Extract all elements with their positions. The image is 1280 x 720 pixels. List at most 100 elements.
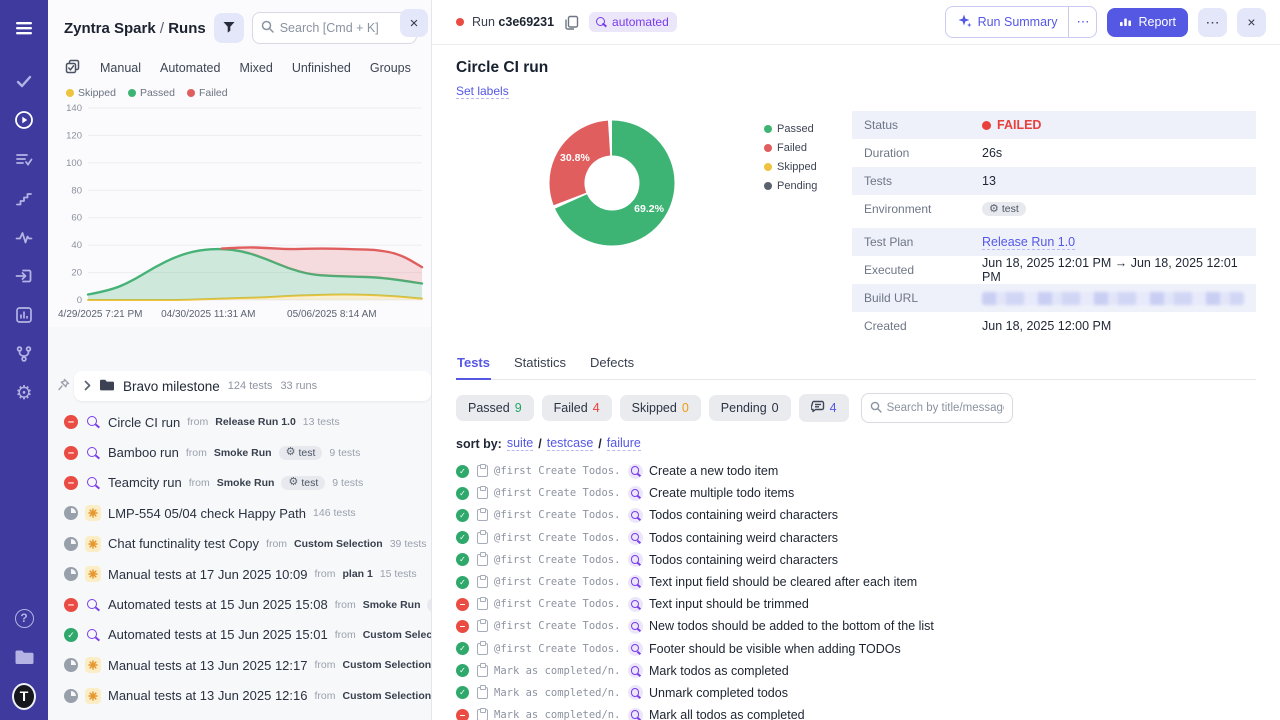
legend-passed[interactable]: Passed [128, 87, 175, 99]
test-suite[interactable]: @first Create Todos... [494, 509, 622, 521]
test-suite[interactable]: @first Create Todos... [494, 620, 622, 632]
tests-icon[interactable] [12, 69, 36, 93]
tab-unfinished[interactable]: Unfinished [292, 61, 351, 75]
run-row[interactable]: Circle CI runfromRelease Run 1.013 tests [48, 407, 431, 437]
test-suite[interactable]: @first Create Todos... [494, 465, 622, 477]
run-row[interactable]: Bamboo runfromSmoke Run⚙test9 tests [48, 437, 431, 467]
test-title[interactable]: Create multiple todo items [649, 486, 794, 500]
sort-by-failure[interactable]: failure [607, 436, 641, 451]
test-title[interactable]: Text input should be trimmed [649, 597, 809, 611]
test-plans-icon[interactable] [12, 147, 36, 171]
sort-by-suite[interactable]: suite [507, 436, 533, 451]
run-summary-more-button[interactable]: ⋯ [1068, 7, 1096, 37]
legend-passed[interactable]: Passed [764, 123, 852, 135]
tab-defects[interactable]: Defects [589, 355, 635, 379]
menu-icon[interactable] [12, 16, 36, 40]
close-detail-button[interactable]: × [1237, 8, 1266, 37]
import-icon[interactable] [12, 264, 36, 288]
chevron-right-icon[interactable] [84, 379, 91, 394]
tab-mixed[interactable]: Mixed [239, 61, 272, 75]
test-suite[interactable]: Mark as completed/n... [494, 665, 622, 677]
projects-folder-icon[interactable] [12, 645, 36, 669]
pin-icon[interactable] [56, 377, 72, 395]
test-suite[interactable]: @first Create Todos... [494, 576, 622, 588]
tab-manual[interactable]: Manual [100, 61, 141, 75]
test-suite[interactable]: @first Create Todos... [494, 487, 622, 499]
test-title[interactable]: Todos containing weird characters [649, 508, 838, 522]
report-button[interactable]: Report [1107, 8, 1188, 37]
runs-icon[interactable] [12, 108, 36, 132]
test-suite[interactable]: @first Create Todos... [494, 598, 622, 610]
test-row[interactable]: @first Create Todos... Text input should … [456, 593, 1256, 615]
tab-tests[interactable]: Tests [456, 355, 491, 380]
test-row[interactable]: @first Create Todos... Create a new todo … [456, 460, 1256, 482]
runs-search-input[interactable] [280, 21, 408, 35]
help-icon[interactable]: ? [12, 606, 36, 630]
branch-icon[interactable] [12, 342, 36, 366]
milestone-card[interactable]: Bravo milestone 124 tests 33 runs [74, 371, 431, 401]
run-summary-button[interactable]: Run Summary [946, 7, 1069, 37]
select-all-icon[interactable] [64, 58, 81, 78]
app-logo[interactable]: T [12, 684, 36, 708]
filter-button[interactable] [214, 13, 244, 43]
set-labels-link[interactable]: Set labels [456, 84, 509, 99]
run-row[interactable]: Manual tests at 13 Jun 2025 12:17fromCus… [48, 650, 431, 680]
tab-statistics[interactable]: Statistics [513, 355, 567, 379]
test-row[interactable]: @first Create Todos... Todos containing w… [456, 549, 1256, 571]
more-actions-button[interactable]: ⋯ [1198, 8, 1227, 37]
test-title[interactable]: Mark todos as completed [649, 664, 789, 678]
run-row[interactable]: Automated tests at 15 Jun 2025 15:08from… [48, 589, 431, 619]
tab-automated[interactable]: Automated [160, 61, 220, 75]
test-row[interactable]: @first Create Todos... Todos containing w… [456, 527, 1256, 549]
pulse-icon[interactable] [12, 225, 36, 249]
test-row[interactable]: Mark as completed/n... Mark todos as comp… [456, 660, 1256, 682]
run-row[interactable]: Manual tests at 17 Jun 2025 10:09frompla… [48, 559, 431, 589]
legend-pending[interactable]: Pending [764, 180, 852, 192]
breadcrumb-project[interactable]: Zyntra Spark [64, 20, 156, 37]
test-title[interactable]: Create a new todo item [649, 464, 778, 478]
analytics-icon[interactable] [12, 303, 36, 327]
test-title[interactable]: Text input field should be cleared after… [649, 575, 917, 589]
test-row[interactable]: @first Create Todos... Text input field s… [456, 571, 1256, 593]
copy-icon[interactable] [562, 13, 581, 32]
test-row[interactable]: @first Create Todos... Todos containing w… [456, 504, 1256, 526]
legend-failed[interactable]: Failed [764, 142, 852, 154]
legend-skipped[interactable]: Skipped [66, 87, 116, 99]
test-row[interactable]: Mark as completed/n... Mark all todos as … [456, 704, 1256, 720]
filter-failed[interactable]: Failed4 [542, 395, 612, 421]
tab-groups[interactable]: Groups [370, 61, 411, 75]
test-title[interactable]: Mark all todos as completed [649, 708, 805, 720]
run-row[interactable]: Manual tests at 13 Jun 2025 12:16fromCus… [48, 681, 431, 711]
run-row[interactable]: LMP-554 05/04 check Happy Path146 tests [48, 498, 431, 528]
tests-search[interactable] [861, 393, 1013, 423]
test-suite[interactable]: Mark as completed/n... [494, 687, 622, 699]
filter-comments[interactable]: 4 [799, 394, 849, 422]
legend-skipped[interactable]: Skipped [764, 161, 852, 173]
test-row[interactable]: Mark as completed/n... Unmark completed t… [456, 682, 1256, 704]
run-row[interactable]: Automated tests at 15 Jun 2025 15:01from… [48, 620, 431, 650]
milestones-icon[interactable] [12, 186, 36, 210]
test-row[interactable]: @first Create Todos... New todos should b… [456, 615, 1256, 637]
filter-passed[interactable]: Passed9 [456, 395, 534, 421]
tests-search-input[interactable] [887, 402, 1004, 414]
test-row[interactable]: @first Create Todos... Create multiple to… [456, 482, 1256, 504]
filter-skipped[interactable]: Skipped0 [620, 395, 701, 421]
run-row[interactable]: Chat functinality test CopyfromCustom Se… [48, 529, 431, 559]
test-plan-link[interactable]: Release Run 1.0 [982, 235, 1075, 250]
test-title[interactable]: Todos containing weird characters [649, 531, 838, 545]
panel-close-button[interactable]: × [400, 9, 428, 37]
test-suite[interactable]: @first Create Todos... [494, 554, 622, 566]
test-title[interactable]: Todos containing weird characters [649, 553, 838, 567]
run-row[interactable]: Teamcity runfromSmoke Run⚙test9 tests [48, 468, 431, 498]
test-title[interactable]: New todos should be added to the bottom … [649, 619, 934, 633]
sort-by-testcase[interactable]: testcase [547, 436, 594, 451]
test-title[interactable]: Unmark completed todos [649, 686, 788, 700]
test-suite[interactable]: Mark as completed/n... [494, 709, 622, 720]
test-suite[interactable]: @first Create Todos... [494, 643, 622, 655]
filter-pending[interactable]: Pending0 [709, 395, 791, 421]
settings-icon[interactable]: ⚙ [12, 381, 36, 405]
runs-search[interactable] [252, 12, 417, 44]
legend-failed[interactable]: Failed [187, 87, 228, 99]
test-title[interactable]: Footer should be visible when adding TOD… [649, 642, 901, 656]
test-suite[interactable]: @first Create Todos... [494, 532, 622, 544]
